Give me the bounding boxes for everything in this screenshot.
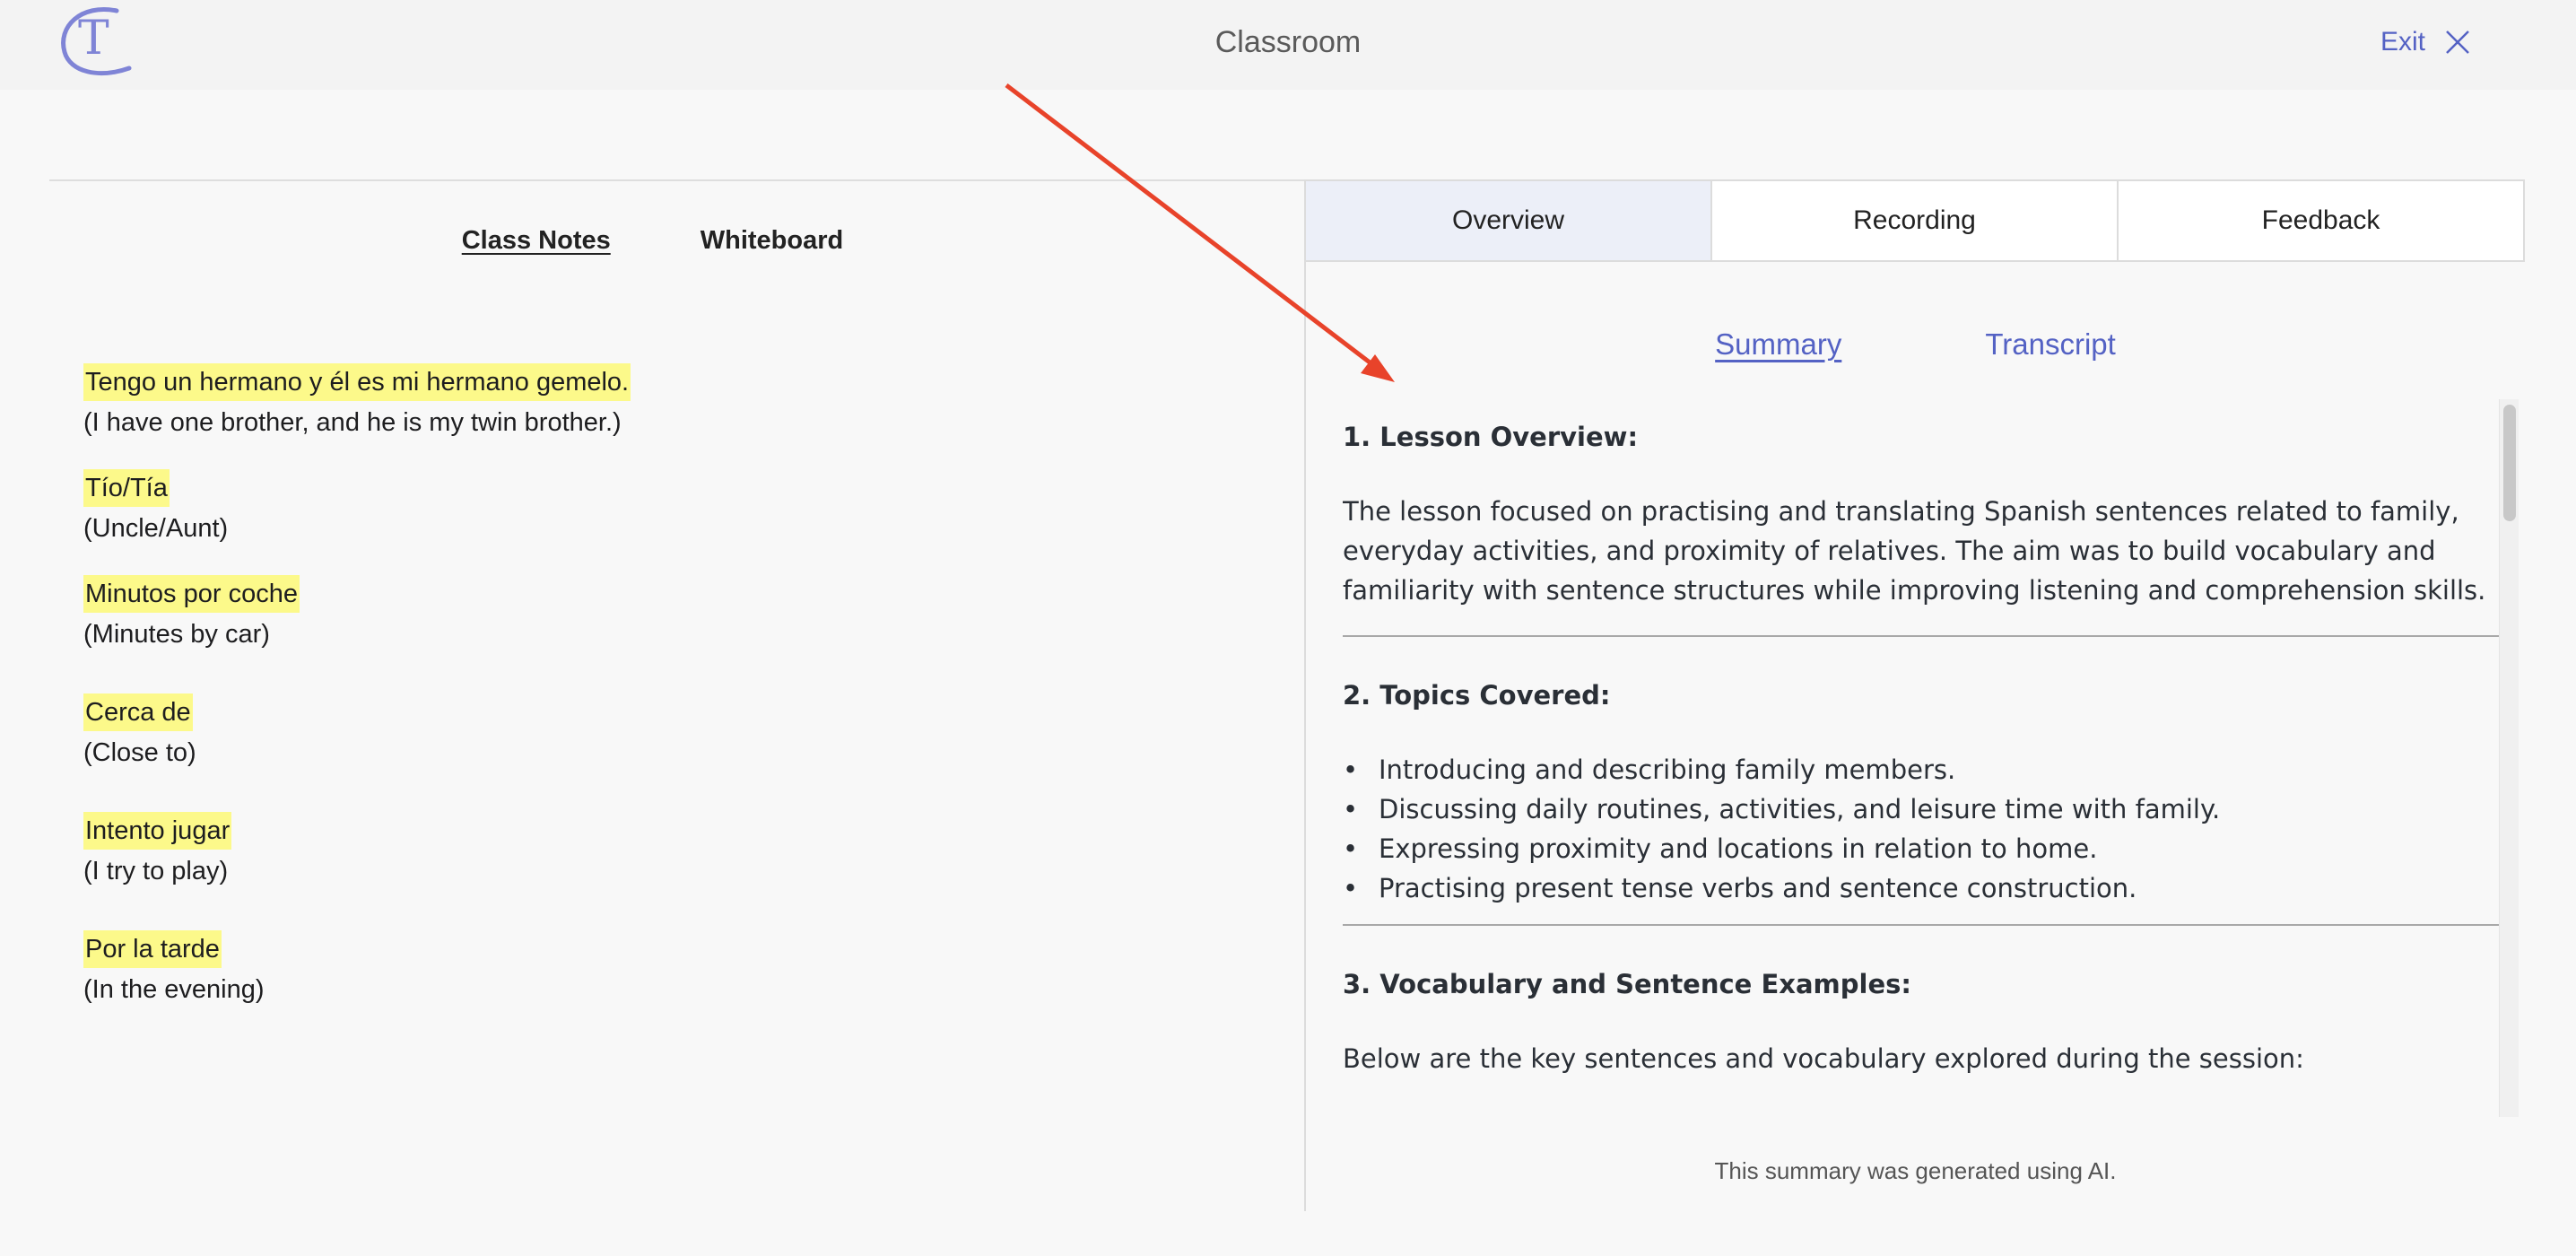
annotation-arrow-icon — [1005, 83, 1395, 382]
